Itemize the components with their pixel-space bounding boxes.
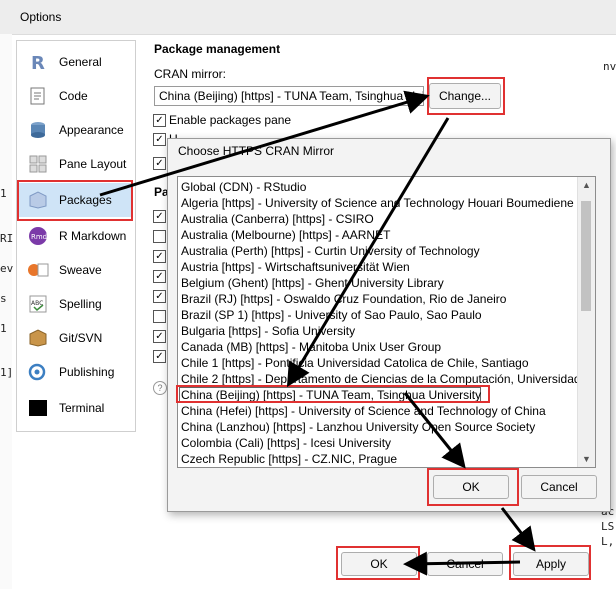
mirror-item[interactable]: Chile 1 [https] - Pontificia Universidad… [181,355,529,371]
code-page-icon [27,85,49,107]
publishing-icon [27,361,49,383]
choose-mirror-dialog: Choose HTTPS CRAN Mirror Global (CDN) - … [167,138,611,512]
title-bar: Options [0,0,616,35]
sidebar-item-label: Pane Layout [59,157,127,171]
sidebar-item-label: Spelling [59,297,102,311]
bg-text: L, [601,535,615,548]
sidebar-item-git-svn[interactable]: Git/SVN [19,321,132,355]
enable-packages-label: Enable packages pane [169,113,292,127]
highlight-packages [17,180,133,221]
scrollbar-thumb[interactable] [581,201,591,311]
packages-option-checkbox[interactable]: ✓ [153,250,166,263]
bg-text: nv [603,60,616,73]
bg-text: LS [601,520,615,533]
mirror-item[interactable]: Belgium (Ghent) [https] - Ghent Universi… [181,275,444,291]
packages-option-checkbox[interactable]: ✓ [153,210,166,223]
sidebar-item-r-markdown[interactable]: Rmd R Markdown [19,219,132,253]
mirror-item[interactable]: Australia (Canberra) [https] - CSIRO [181,211,374,227]
bg-text: 1 [0,187,7,200]
packages-option-checkbox[interactable]: ✓ [153,133,166,146]
r-logo-icon: R [27,51,49,73]
scroll-down-arrow-icon[interactable]: ▼ [582,454,591,464]
packages-option-checkbox[interactable] [153,230,166,243]
svg-text:Rmd: Rmd [31,233,47,241]
highlight-ok [336,546,420,580]
bg-text: s [0,292,7,305]
svg-text:R: R [31,53,45,71]
mirror-item[interactable]: Australia (Melbourne) [https] - AARNET [181,227,390,243]
highlight-dialog-ok [427,468,519,506]
mirror-item[interactable]: Algeria [https] - University of Science … [181,195,574,211]
packages-option-checkbox[interactable] [153,310,166,323]
background-editor-left [0,34,12,589]
pane-layout-icon [27,153,49,175]
mirror-item[interactable]: Canada (MB) [https] - Manitoba Unix User… [181,339,441,355]
sidebar-item-label: General [59,55,102,69]
bg-text: 1 [0,322,7,335]
highlight-selected-mirror [176,385,490,403]
scroll-up-arrow-icon[interactable]: ▲ [582,180,591,190]
bg-text: ev [0,262,14,275]
git-box-icon [27,327,49,349]
highlight-apply [509,545,591,580]
sidebar-item-label: Publishing [59,365,115,379]
sidebar-item-label: Appearance [59,123,124,137]
sidebar-item-label: Terminal [59,401,105,415]
sidebar-item-terminal[interactable]: Terminal [19,391,132,425]
terminal-icon [27,397,49,419]
sidebar-item-pane-layout[interactable]: Pane Layout [19,147,132,181]
mirror-item[interactable]: Austria [https] - Wirtschaftsuniversität… [181,259,410,275]
sidebar-item-general[interactable]: R General [19,45,132,79]
sidebar-item-label: Git/SVN [59,331,103,345]
cran-mirror-field: China (Beijing) [https] - TUNA Team, Tsi… [154,86,424,106]
bg-text: 1] [0,366,14,379]
mirror-list-scrollbar[interactable]: ▲ ▼ [577,177,595,467]
enable-packages-checkbox[interactable]: ✓ [153,114,166,127]
mirror-list[interactable]: Global (CDN) - RStudio Algeria [https] -… [177,176,596,468]
mirror-item[interactable]: Bulgaria [https] - Sofia University [181,323,355,339]
sidebar-item-label: R Markdown [59,229,127,243]
dialog-title: Choose HTTPS CRAN Mirror [178,144,335,158]
bg-text: RI [0,232,14,245]
mirror-item[interactable]: China (Lanzhou) [https] - Lanzhou Univer… [181,419,535,435]
sidebar-item-label: Code [59,89,88,103]
package-management-title: Package management [154,42,281,56]
mirror-item[interactable]: Czech Republic [https] - CZ.NIC, Prague [181,451,397,467]
sidebar-item-code[interactable]: Code [19,79,132,113]
sweave-icon [27,259,49,281]
packages-option-checkbox[interactable]: ✓ [153,270,166,283]
window-title: Options [20,10,62,24]
sidebar-item-sweave[interactable]: Sweave [19,253,132,287]
options-sidebar: R General Code Appearance Pane Layout Pa… [16,40,136,432]
mirror-item[interactable]: China (Hefei) [https] - University of Sc… [181,403,546,419]
cran-mirror-label: CRAN mirror: [154,67,226,81]
sidebar-item-spelling[interactable]: ABC Spelling [19,287,132,321]
dialog-cancel-button[interactable]: Cancel [521,475,597,499]
sidebar-item-publishing[interactable]: Publishing [19,355,132,389]
spelling-abc-icon: ABC [27,293,49,315]
rmd-icon: Rmd [27,225,49,247]
mirror-item[interactable]: Brazil (RJ) [https] - Oswaldo Cruz Found… [181,291,506,307]
help-icon[interactable]: ? [153,381,167,395]
sidebar-item-label: Sweave [59,263,102,277]
sidebar-item-appearance[interactable]: Appearance [19,113,132,147]
mirror-item[interactable]: Global (CDN) - RStudio [181,179,306,195]
packages-option-checkbox[interactable]: ✓ [153,157,166,170]
packages-option-checkbox[interactable]: ✓ [153,290,166,303]
packages-option-checkbox[interactable]: ✓ [153,350,166,363]
highlight-change-button [427,77,505,115]
mirror-item[interactable]: Australia (Perth) [https] - Curtin Unive… [181,243,480,259]
mirror-item[interactable]: Colombia (Cali) [https] - Icesi Universi… [181,435,391,451]
mirror-item[interactable]: Brazil (SP 1) [https] - University of Sa… [181,307,482,323]
appearance-icon [27,119,49,141]
packages-option-checkbox[interactable]: ✓ [153,330,166,343]
cancel-button[interactable]: Cancel [427,552,503,576]
